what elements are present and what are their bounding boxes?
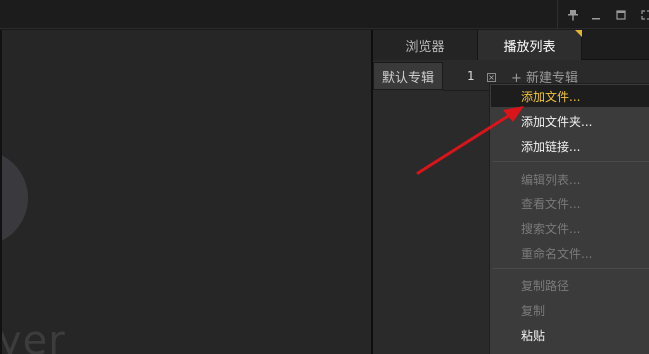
menu-item-add-link[interactable]: 添加链接...: [491, 135, 649, 157]
menu-item-paste[interactable]: 粘贴: [491, 324, 649, 346]
player-logo-text: yer: [0, 318, 66, 354]
player-logo-circle: [2, 150, 28, 246]
menu-item-view-file: 查看文件...: [521, 196, 581, 211]
title-bar: [0, 0, 649, 29]
menu-item-copy: 复制: [521, 303, 546, 318]
tab-active-corner-marker: [575, 30, 582, 37]
close-icon[interactable]: ×: [487, 73, 496, 82]
context-menu: 添加文件... 添加文件夹... 添加链接... 编辑列表... 查看文件...…: [489, 83, 649, 354]
video-display-area[interactable]: yer: [0, 30, 371, 354]
menu-separator: [492, 161, 649, 162]
menu-separator: [492, 268, 649, 269]
menu-item-edit-list: 编辑列表...: [521, 172, 581, 187]
tab-playlist[interactable]: 播放列表: [477, 30, 582, 60]
album-item-count: 1: [467, 69, 475, 83]
menu-item-add-folder[interactable]: 添加文件夹...: [491, 110, 649, 132]
album-default-tab[interactable]: 默认专辑: [373, 62, 443, 90]
title-bar-divider: [557, 0, 558, 29]
fullscreen-icon[interactable]: [636, 6, 649, 24]
minimize-icon[interactable]: [586, 6, 606, 24]
maximize-icon[interactable]: [611, 6, 631, 24]
tab-browser[interactable]: 浏览器: [373, 30, 477, 60]
tab-playlist-label: 播放列表: [503, 39, 556, 55]
menu-item-copy-path: 复制路径: [521, 278, 570, 293]
pin-icon[interactable]: [563, 6, 583, 24]
panel-tab-bar: 浏览器 播放列表: [373, 30, 649, 60]
menu-item-add-file[interactable]: 添加文件...: [491, 85, 649, 107]
menu-item-search-file: 搜索文件...: [521, 221, 581, 236]
menu-item-rename-file: 重命名文件...: [521, 246, 593, 261]
